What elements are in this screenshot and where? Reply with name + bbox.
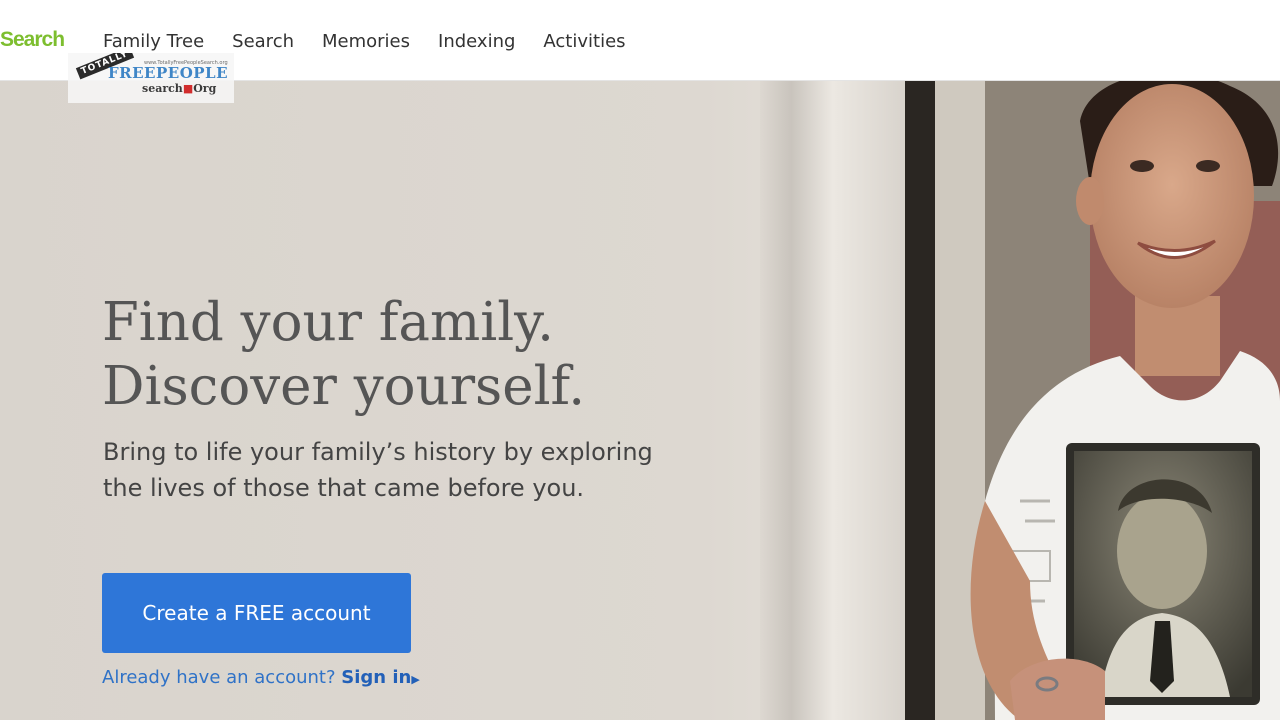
signin-prompt-row: Already have an account? Sign in▶ xyxy=(102,667,420,688)
headline-line-1: Find your family. xyxy=(102,292,554,353)
main-nav: Family Tree Search Memories Indexing Act… xyxy=(103,31,654,52)
signin-link-label: Sign in xyxy=(341,667,412,688)
watermark-sub: search xyxy=(142,82,183,95)
nav-item-memories[interactable]: Memories xyxy=(322,31,410,52)
brand-logo[interactable]: Search xyxy=(0,28,65,52)
watermark-dot-icon: ■ xyxy=(182,82,194,95)
nav-item-indexing[interactable]: Indexing xyxy=(438,31,515,52)
headline-line-2: Discover yourself. xyxy=(102,356,586,417)
nav-item-family-tree[interactable]: Family Tree xyxy=(103,31,204,52)
nav-item-activities[interactable]: Activities xyxy=(543,31,625,52)
watermark-logo: TOTALLY www.TotallyFreePeopleSearch.org … xyxy=(68,53,234,103)
chevron-right-icon: ▶ xyxy=(411,673,420,686)
hero-subheading: Bring to life your family’s history by e… xyxy=(103,438,653,502)
hero-photo xyxy=(760,81,1280,720)
hero-headline: Find your family. Discover yourself. xyxy=(102,291,585,419)
watermark-sub-suffix: Org xyxy=(193,82,217,95)
signin-prompt-text: Already have an account? xyxy=(102,667,336,688)
create-free-account-button[interactable]: Create a FREE account xyxy=(102,573,411,653)
watermark-name: FREEPEOPLE xyxy=(108,64,229,82)
signin-link[interactable]: Sign in▶ xyxy=(341,667,420,688)
watermark-subtitle: search■Org xyxy=(142,82,216,95)
hero-section: Find your family. Discover yourself. Bri… xyxy=(0,81,1280,720)
nav-item-search[interactable]: Search xyxy=(232,31,294,52)
